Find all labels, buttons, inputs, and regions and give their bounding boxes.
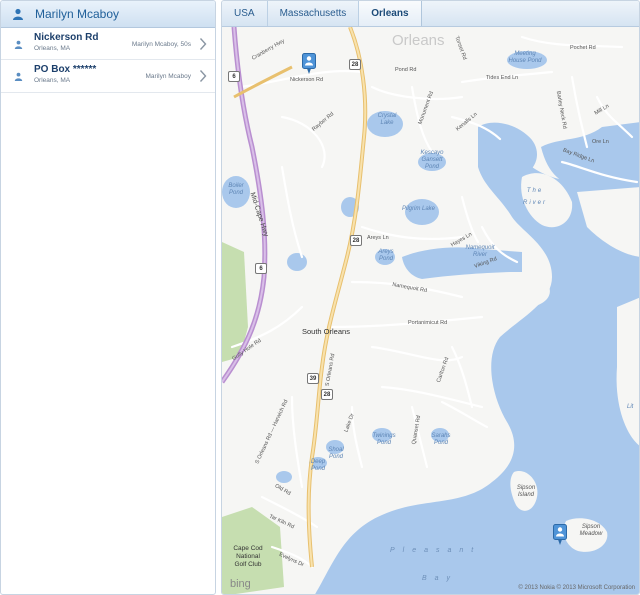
map-pin-icon[interactable] [553,524,567,546]
address-record-nickerson[interactable]: Nickerson Rd Orleans, MA Marilyn Mcaboy,… [1,28,215,60]
route-shield: 6 [255,263,267,274]
record-location: Orleans, MA [34,45,71,52]
map-panel: USA Massachusetts Orleans Orleans South … [221,0,640,595]
water-label: Crystal Lake [377,113,397,126]
water-label: Sipson Meadow [579,524,603,537]
water-label: Pilgrim Lake [402,206,436,212]
water-label: Bay [422,575,459,582]
map-graphic [222,27,639,594]
road-label: Pochet Rd [570,45,596,51]
road-label: Portanimicut Rd [408,320,448,326]
map-canvas[interactable]: Orleans South Orleans Meeting House Pond… [222,27,639,594]
road-label: Nickerson Rd [290,77,324,83]
address-record-po-box[interactable]: PO Box ****** Orleans, MA Marilyn Mcaboy [1,60,215,93]
breadcrumb: USA Massachusetts Orleans [222,1,639,27]
route-shield: 39 [307,373,319,384]
water-label: Deep Pond [310,459,326,472]
breadcrumb-massachusetts[interactable]: Massachusetts [268,1,360,26]
person-name: Marilyn Mcaboy [35,7,120,21]
route-shield: 28 [349,59,361,70]
chevron-right-icon[interactable] [199,37,207,51]
town-label-orleans: Orleans [392,32,445,49]
water-label: Areys Pond [378,249,394,262]
person-small-icon [14,72,23,81]
water-label: Twinings Pond [372,433,396,446]
route-shield: 28 [350,235,362,246]
water-label: Pleasant [390,547,482,554]
record-location: Orleans, MA [34,77,71,84]
breadcrumb-orleans[interactable]: Orleans [359,1,422,26]
town-label-south-orleans: South Orleans [302,327,350,336]
water-label: Sipson Island [516,485,536,498]
chevron-right-icon[interactable] [199,69,207,83]
breadcrumb-usa[interactable]: USA [222,1,268,26]
golf-label: Cape Cod National Golf Club [233,545,263,568]
route-shield: 6 [228,71,240,82]
road-label: Tides End Ln [486,75,519,81]
record-title: Nickerson Rd [34,32,99,43]
record-owner: Marilyn Mcaboy [145,73,191,80]
water-label: Meeting House Pond [508,51,542,64]
water-label: The River [522,188,547,206]
water-label: Shoal Pond [328,447,344,460]
person-small-icon [14,40,23,49]
record-title: PO Box ****** [34,64,97,75]
map-pin-icon[interactable] [302,53,316,75]
water-label: Lit [627,404,634,410]
record-owner: Marilyn Mcaboy, 50s [131,41,191,48]
road-label: Areys Ln [367,235,389,241]
road-label: Ore Ln [592,139,609,145]
person-icon [11,7,25,21]
results-panel: Marilyn Mcaboy Nickerson Rd Orleans, MA … [0,0,216,595]
route-shield: 28 [321,389,333,400]
water-label: Sarahs Pond [431,433,451,446]
water-label: Boiler Pond [228,183,244,196]
bing-logo: bing [230,578,251,590]
road-label: Pond Rd [395,67,417,73]
person-header[interactable]: Marilyn Mcaboy [1,1,215,28]
map-copyright: © 2013 Nokia © 2013 Microsoft Corporatio… [518,585,635,591]
water-label: Kescayo Gansett Pond [420,150,444,170]
